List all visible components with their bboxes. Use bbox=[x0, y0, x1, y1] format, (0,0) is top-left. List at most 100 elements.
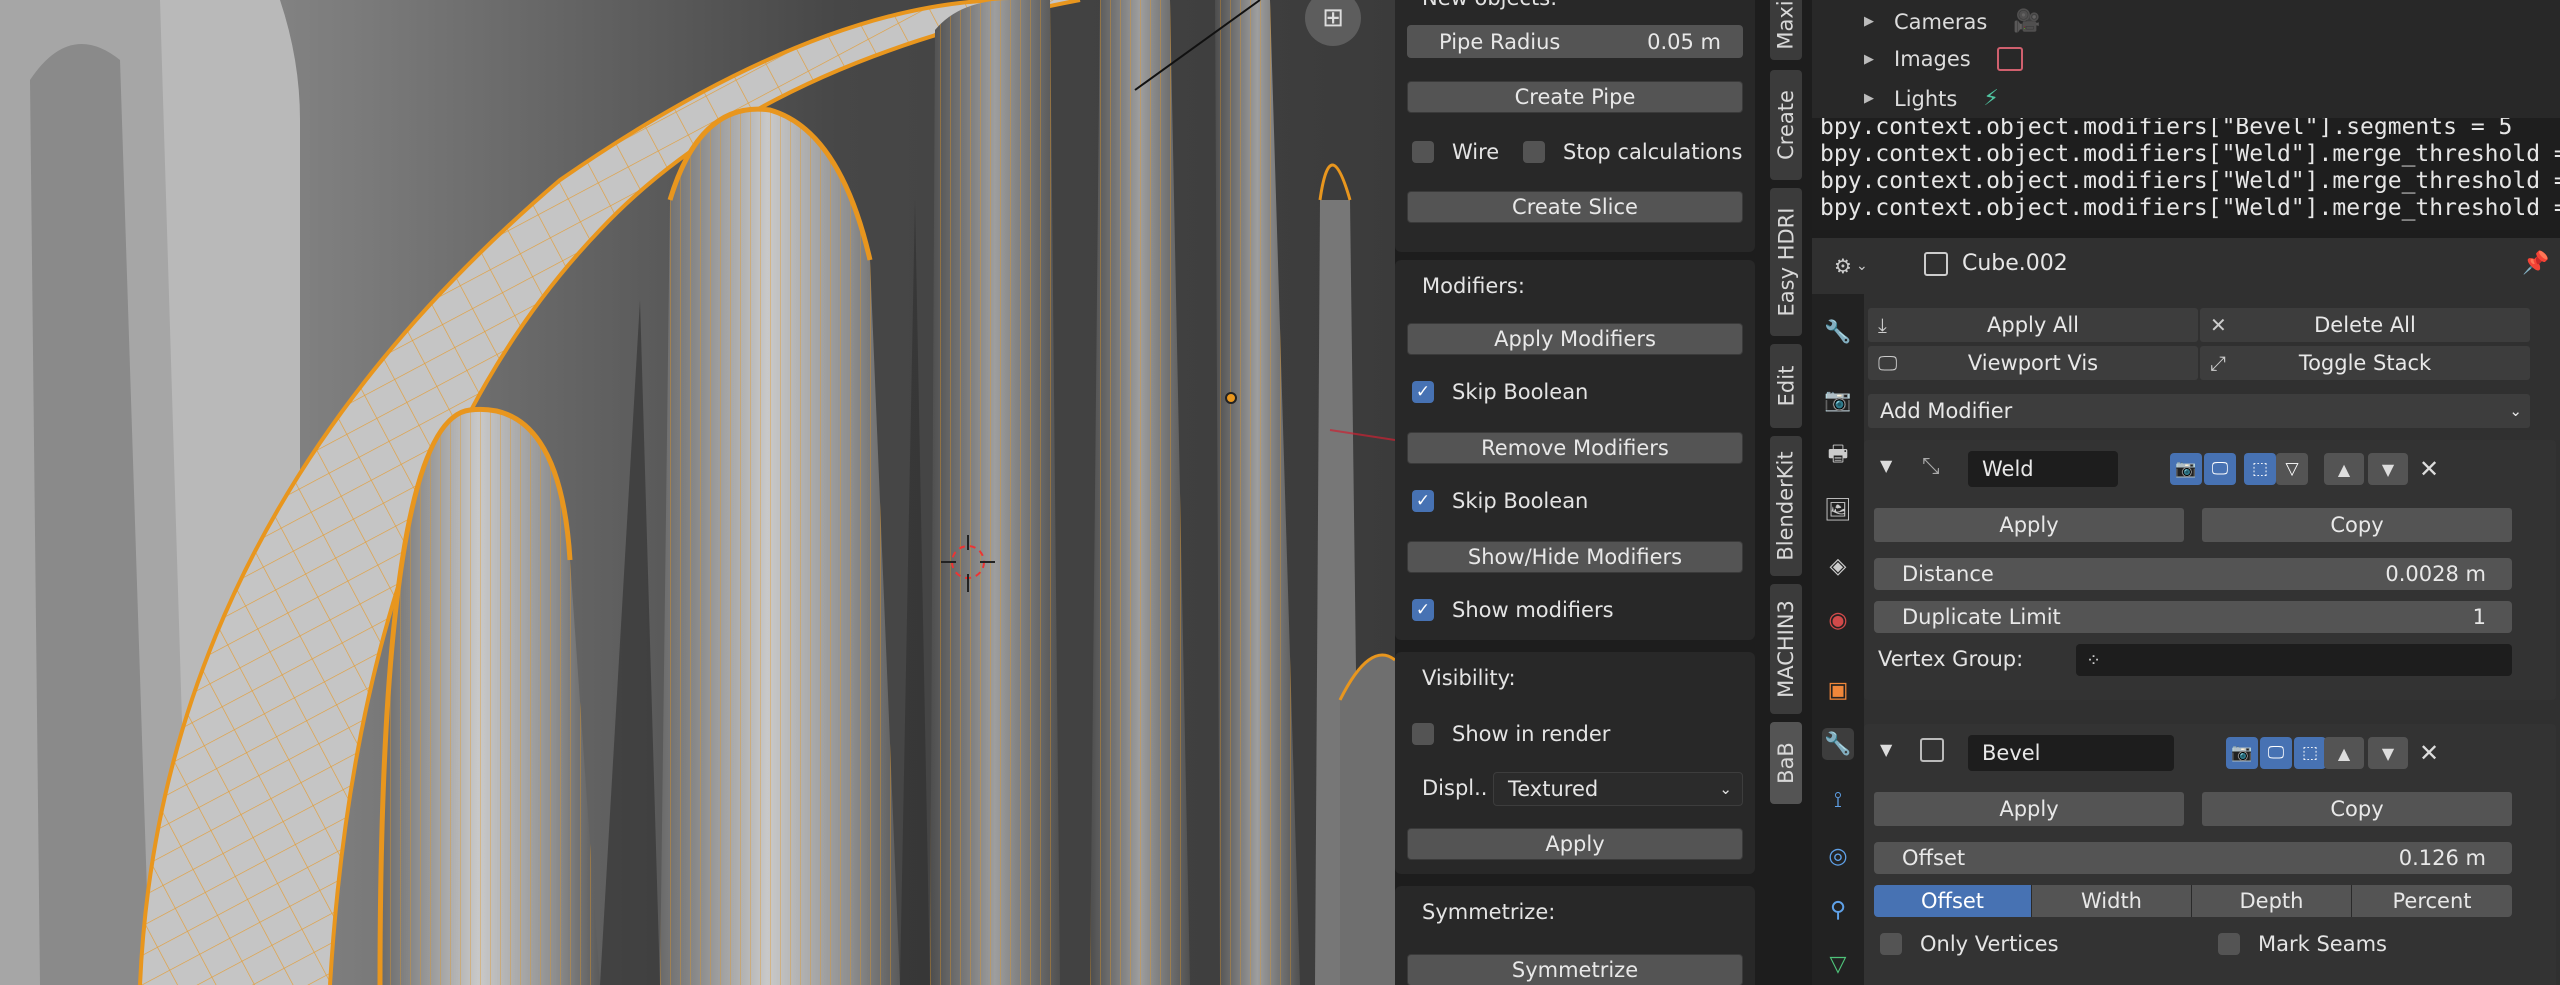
toggle-stack-button[interactable]: ⤢ Toggle Stack bbox=[2200, 346, 2530, 380]
object-icon[interactable]: ▣ bbox=[1822, 674, 1854, 706]
chevron-down-icon: ⌄ bbox=[2509, 402, 2522, 420]
symmetrize-button[interactable]: Symmetrize bbox=[1407, 954, 1743, 985]
apply-all-button[interactable]: ⤓ Apply All bbox=[1868, 308, 2198, 342]
modifiers-box: Modifiers: Apply Modifiers ✓ Skip Boolean… bbox=[1395, 260, 1755, 640]
remove-modifier-icon[interactable]: ✕ bbox=[2414, 738, 2444, 768]
wire-checkbox[interactable]: Wire bbox=[1412, 140, 1499, 164]
physics-icon[interactable]: ◎ bbox=[1822, 840, 1854, 872]
remove-modifier-icon[interactable]: ✕ bbox=[2414, 454, 2444, 484]
outliner-item-lights[interactable]: ▶ Lights ⚡ bbox=[1864, 86, 1999, 111]
scene-icon[interactable]: ◈ bbox=[1822, 550, 1854, 582]
outliner-item-images[interactable]: ▶ Images bbox=[1864, 47, 2023, 71]
add-modifier-dropdown[interactable]: Add Modifier ⌄ bbox=[1868, 394, 2530, 428]
particles-icon[interactable]: ⟟ bbox=[1822, 784, 1854, 816]
move-up-icon[interactable]: ▲ bbox=[2324, 453, 2364, 485]
check-icon[interactable]: ✓ bbox=[1412, 490, 1434, 512]
viewport-display-icon[interactable]: 🖵 bbox=[2204, 453, 2236, 485]
skip-boolean-checkbox-1[interactable]: ✓ Skip Boolean bbox=[1412, 380, 1588, 404]
display-select[interactable]: Textured ⌄ bbox=[1493, 772, 1743, 806]
bevel-icon bbox=[1920, 738, 1944, 762]
vertex-group-field[interactable]: ⁘ bbox=[2076, 644, 2512, 676]
apply-button[interactable]: Apply bbox=[1407, 828, 1743, 860]
console-line: bpy.context.object.modifiers["Bevel"].se… bbox=[1820, 118, 2513, 140]
move-down-icon[interactable]: ▼ bbox=[2368, 453, 2408, 485]
apply-modifiers-button[interactable]: Apply Modifiers bbox=[1407, 323, 1743, 355]
data-icon[interactable]: ▽ bbox=[1822, 948, 1854, 980]
mark-seams-checkbox[interactable]: Mark Seams bbox=[2218, 932, 2387, 956]
weld-distance-field[interactable]: Distance 0.0028 m bbox=[1874, 558, 2512, 590]
visibility-box: Visibility: Show in render Displ.. Textu… bbox=[1395, 652, 1755, 874]
view-layer-icon[interactable]: 🖼 bbox=[1822, 494, 1854, 526]
x-icon: ✕ bbox=[2210, 313, 2227, 337]
delete-all-button[interactable]: ✕ Delete All bbox=[2200, 308, 2530, 342]
tab-machin3[interactable]: MACHIN3 bbox=[1770, 584, 1802, 714]
3d-viewport[interactable]: ⊞ bbox=[0, 0, 1395, 985]
collapse-arrow-icon[interactable]: ▼ bbox=[1880, 456, 1892, 475]
tab-blenderkit[interactable]: BlenderKit bbox=[1770, 436, 1802, 576]
check-icon[interactable]: ✓ bbox=[1412, 381, 1434, 403]
width-type-depth[interactable]: Depth bbox=[2192, 885, 2352, 917]
move-up-icon[interactable]: ▲ bbox=[2324, 737, 2364, 769]
symmetrize-label: Symmetrize: bbox=[1422, 900, 1556, 924]
tab-bab[interactable]: BaB bbox=[1770, 722, 1802, 804]
expand-arrow-icon[interactable]: ▶ bbox=[1864, 52, 1874, 67]
modifier-properties: ⤓ Apply All ✕ Delete All 🖵 Viewport Vis ⤢ To… bbox=[1864, 294, 2560, 985]
expand-arrow-icon[interactable]: ▶ bbox=[1864, 91, 1874, 106]
editor-type-icon[interactable]: ⚙ ⌄ bbox=[1834, 251, 1884, 281]
pin-icon[interactable]: 📌 bbox=[2522, 251, 2549, 276]
stop-calculations-checkbox[interactable]: Stop calculations bbox=[1523, 140, 1742, 164]
bevel-modifier-panel: ▼ Bevel 📷 🖵 ⬚ ▲ ▼ ✕ Apply Copy Offset 0.… bbox=[1864, 724, 2556, 985]
pipe-radius-field[interactable]: Pipe Radius 0.05 m bbox=[1407, 25, 1743, 58]
skip-boolean-checkbox-2[interactable]: ✓ Skip Boolean bbox=[1412, 489, 1588, 513]
width-type-offset[interactable]: Offset bbox=[1874, 885, 2032, 917]
render-icon[interactable]: 📷 bbox=[1822, 384, 1854, 416]
viewport-scene bbox=[0, 0, 1395, 985]
edit-mode-icon[interactable]: ⬚ bbox=[2294, 737, 2326, 769]
chevron-down-icon: ⌄ bbox=[1719, 780, 1732, 798]
weld-header: ▼ ⤡ Weld 📷 🖵 ⬚ ▽ ▲ ▼ ✕ bbox=[1864, 440, 2556, 498]
modifier-wrench-icon[interactable]: 🔧 bbox=[1822, 728, 1854, 760]
world-icon[interactable]: ◉ bbox=[1822, 604, 1854, 636]
check-icon[interactable]: ✓ bbox=[1412, 599, 1434, 621]
edit-mode-icon[interactable]: ⬚ bbox=[2244, 453, 2276, 485]
object-name: Cube.002 bbox=[1962, 251, 2068, 276]
show-modifiers-checkbox[interactable]: ✓ Show modifiers bbox=[1412, 598, 1614, 622]
viewport-vis-button[interactable]: 🖵 Viewport Vis bbox=[1868, 346, 2198, 380]
tab-edit[interactable]: Edit bbox=[1770, 344, 1802, 428]
show-hide-modifiers-button[interactable]: Show/Hide Modifiers bbox=[1407, 541, 1743, 573]
object-icon bbox=[1924, 252, 1948, 276]
tab-easy-hdri[interactable]: Easy HDRI bbox=[1770, 188, 1802, 336]
bevel-copy-button[interactable]: Copy bbox=[2202, 792, 2512, 826]
weld-duplicate-limit-field[interactable]: Duplicate Limit 1 bbox=[1874, 601, 2512, 633]
only-vertices-checkbox[interactable]: Only Vertices bbox=[1880, 932, 2059, 956]
weld-name-field[interactable]: Weld bbox=[1968, 451, 2118, 487]
sidebar-tabs: Maxi Create Easy HDRI Edit BlenderKit MA… bbox=[1768, 0, 1804, 985]
render-camera-icon[interactable]: 📷 bbox=[2226, 737, 2258, 769]
bevel-offset-field[interactable]: Offset 0.126 m bbox=[1874, 842, 2512, 874]
tab-create[interactable]: Create bbox=[1770, 70, 1802, 180]
width-type-percent[interactable]: Percent bbox=[2352, 885, 2512, 917]
weld-copy-button[interactable]: Copy bbox=[2202, 508, 2512, 542]
width-type-width[interactable]: Width bbox=[2032, 885, 2192, 917]
outliner-item-cameras[interactable]: ▶ Cameras 🎥 bbox=[1864, 9, 2041, 34]
create-pipe-button[interactable]: Create Pipe bbox=[1407, 81, 1743, 113]
modifiers-label: Modifiers: bbox=[1422, 274, 1525, 298]
tool-icon[interactable]: 🔧 bbox=[1822, 316, 1854, 348]
constraints-icon[interactable]: ⚲ bbox=[1822, 894, 1854, 926]
on-cage-icon[interactable]: ▽ bbox=[2276, 453, 2308, 485]
expand-arrow-icon[interactable]: ▶ bbox=[1864, 14, 1874, 29]
move-down-icon[interactable]: ▼ bbox=[2368, 737, 2408, 769]
bevel-apply-button[interactable]: Apply bbox=[1874, 792, 2184, 826]
right-editors: ▶ Cameras 🎥 ▶ Images ▶ Lights ⚡ bpy.cont… bbox=[1812, 0, 2560, 985]
bevel-header: ▼ Bevel 📷 🖵 ⬚ ▲ ▼ ✕ bbox=[1864, 724, 2556, 782]
create-slice-button[interactable]: Create Slice bbox=[1407, 191, 1743, 223]
bevel-name-field[interactable]: Bevel bbox=[1968, 735, 2174, 771]
collapse-arrow-icon[interactable]: ▼ bbox=[1880, 740, 1892, 759]
weld-apply-button[interactable]: Apply bbox=[1874, 508, 2184, 542]
output-icon[interactable]: 🖶 bbox=[1822, 440, 1854, 472]
render-camera-icon[interactable]: 📷 bbox=[2170, 453, 2202, 485]
tab-maxi[interactable]: Maxi bbox=[1770, 0, 1802, 60]
remove-modifiers-button[interactable]: Remove Modifiers bbox=[1407, 432, 1743, 464]
viewport-display-icon[interactable]: 🖵 bbox=[2260, 737, 2292, 769]
show-in-render-checkbox[interactable]: Show in render bbox=[1412, 722, 1610, 746]
